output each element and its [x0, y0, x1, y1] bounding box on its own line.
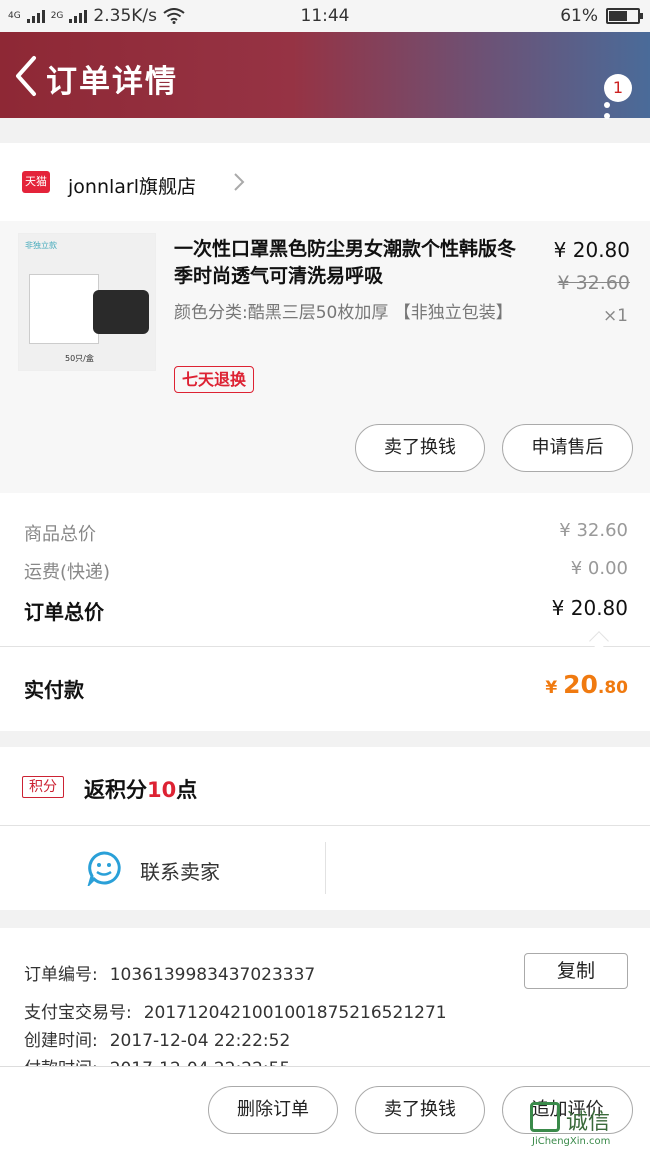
clock: 11:44 [300, 6, 350, 26]
shipping-label: 运费(快递) [24, 562, 111, 583]
order-total-label: 订单总价 [24, 600, 104, 624]
page-title: 订单详情 [46, 64, 178, 100]
paid-integer: 20 [563, 670, 598, 699]
amount-paid-label: 实付款 [24, 678, 84, 702]
order-total-row: 订单总价 ¥ 20.80 [24, 596, 628, 625]
watermark-logo: 诚信 JiChengXin.com [530, 1102, 642, 1152]
goods-total-row: 商品总价 ¥ 32.60 [24, 520, 628, 546]
vertical-divider [325, 842, 326, 894]
order-number-value: 1036139983437023337 [109, 965, 316, 985]
goods-total-label: 商品总价 [24, 524, 96, 545]
points-suffix: 点 [176, 778, 198, 802]
points-number: 10 [147, 778, 177, 802]
shipping-row: 运费(快递) ¥ 0.00 [24, 558, 628, 584]
chevron-right-icon [234, 173, 245, 191]
points-prefix: 返积分 [84, 778, 147, 802]
paid-decimal: .80 [597, 678, 628, 698]
shop-name[interactable]: jonnlarl旗舰店 [68, 172, 196, 199]
order-number-row: 订单编号: 1036139983437023337 [24, 960, 315, 985]
created-time-label: 创建时间: [24, 1031, 98, 1051]
nav-header: 订单详情 1 [0, 32, 650, 119]
product-original-price: ¥ 32.60 [557, 272, 630, 294]
shipping-value: ¥ 0.00 [570, 558, 628, 579]
notification-badge[interactable]: 1 [604, 74, 632, 102]
alipay-trade-value: 2017120421001001875216521271 [143, 1003, 447, 1023]
alipay-trade-label: 支付宝交易号: [24, 1003, 132, 1023]
battery-percent: 61% [560, 6, 598, 26]
product-spec: 颜色分类:酷黑三层50枚加厚 【非独立包装】 [174, 303, 513, 323]
watermark-text: 诚信 [566, 1110, 611, 1135]
watermark-subtext: JiChengXin.com [532, 1136, 611, 1147]
points-tag: 积分 [22, 776, 64, 798]
status-bar: 4G 2G 2.35K/s 11:44 61% [0, 0, 650, 32]
sell-for-cash-button[interactable]: 卖了换钱 [355, 424, 485, 472]
divider [0, 646, 650, 647]
goods-total-value: ¥ 32.60 [559, 520, 628, 541]
product-box-graphic [29, 274, 99, 344]
product-image[interactable]: 非独立款 50只/盒 [18, 233, 156, 371]
paid-currency: ¥ [545, 678, 564, 698]
created-time-value: 2017-12-04 22:22:52 [109, 1031, 291, 1051]
product-price: ¥ 20.80 [553, 238, 630, 262]
battery-icon [606, 8, 643, 24]
amount-paid-value: ¥ 20.80 [545, 670, 628, 699]
order-total-value: ¥ 20.80 [551, 596, 628, 620]
thumb-label: 非独立款 [25, 241, 57, 250]
divider [0, 825, 650, 826]
watermark-icon [530, 1102, 560, 1132]
thumb-footer: 50只/盒 [65, 354, 94, 363]
alipay-trade-row: 支付宝交易号: 2017120421001001875216521271 [24, 998, 447, 1023]
more-menu-icon[interactable] [604, 102, 610, 124]
product-quantity: ×1 [602, 306, 628, 326]
after-sale-button[interactable]: 申请售后 [502, 424, 633, 472]
mask-graphic [93, 290, 149, 334]
sell-for-cash-button-bottom[interactable]: 卖了换钱 [355, 1086, 485, 1134]
product-title[interactable]: 一次性口罩黑色防尘男女潮款个性韩版冬季时尚透气可清洗易呼吸 [174, 236, 534, 290]
seven-day-return-tag: 七天退换 [174, 366, 255, 393]
back-arrow-icon[interactable] [12, 54, 40, 98]
points-text: 返积分10点 [84, 774, 197, 804]
chat-bubble-icon[interactable] [86, 850, 122, 886]
order-number-label: 订单编号: [24, 965, 98, 985]
delete-order-button[interactable]: 删除订单 [208, 1086, 338, 1134]
contact-seller-button[interactable]: 联系卖家 [140, 856, 220, 885]
created-time-row: 创建时间: 2017-12-04 22:22:52 [24, 1026, 290, 1051]
tmall-logo: 天猫 [22, 171, 50, 193]
copy-button[interactable]: 复制 [524, 953, 628, 989]
